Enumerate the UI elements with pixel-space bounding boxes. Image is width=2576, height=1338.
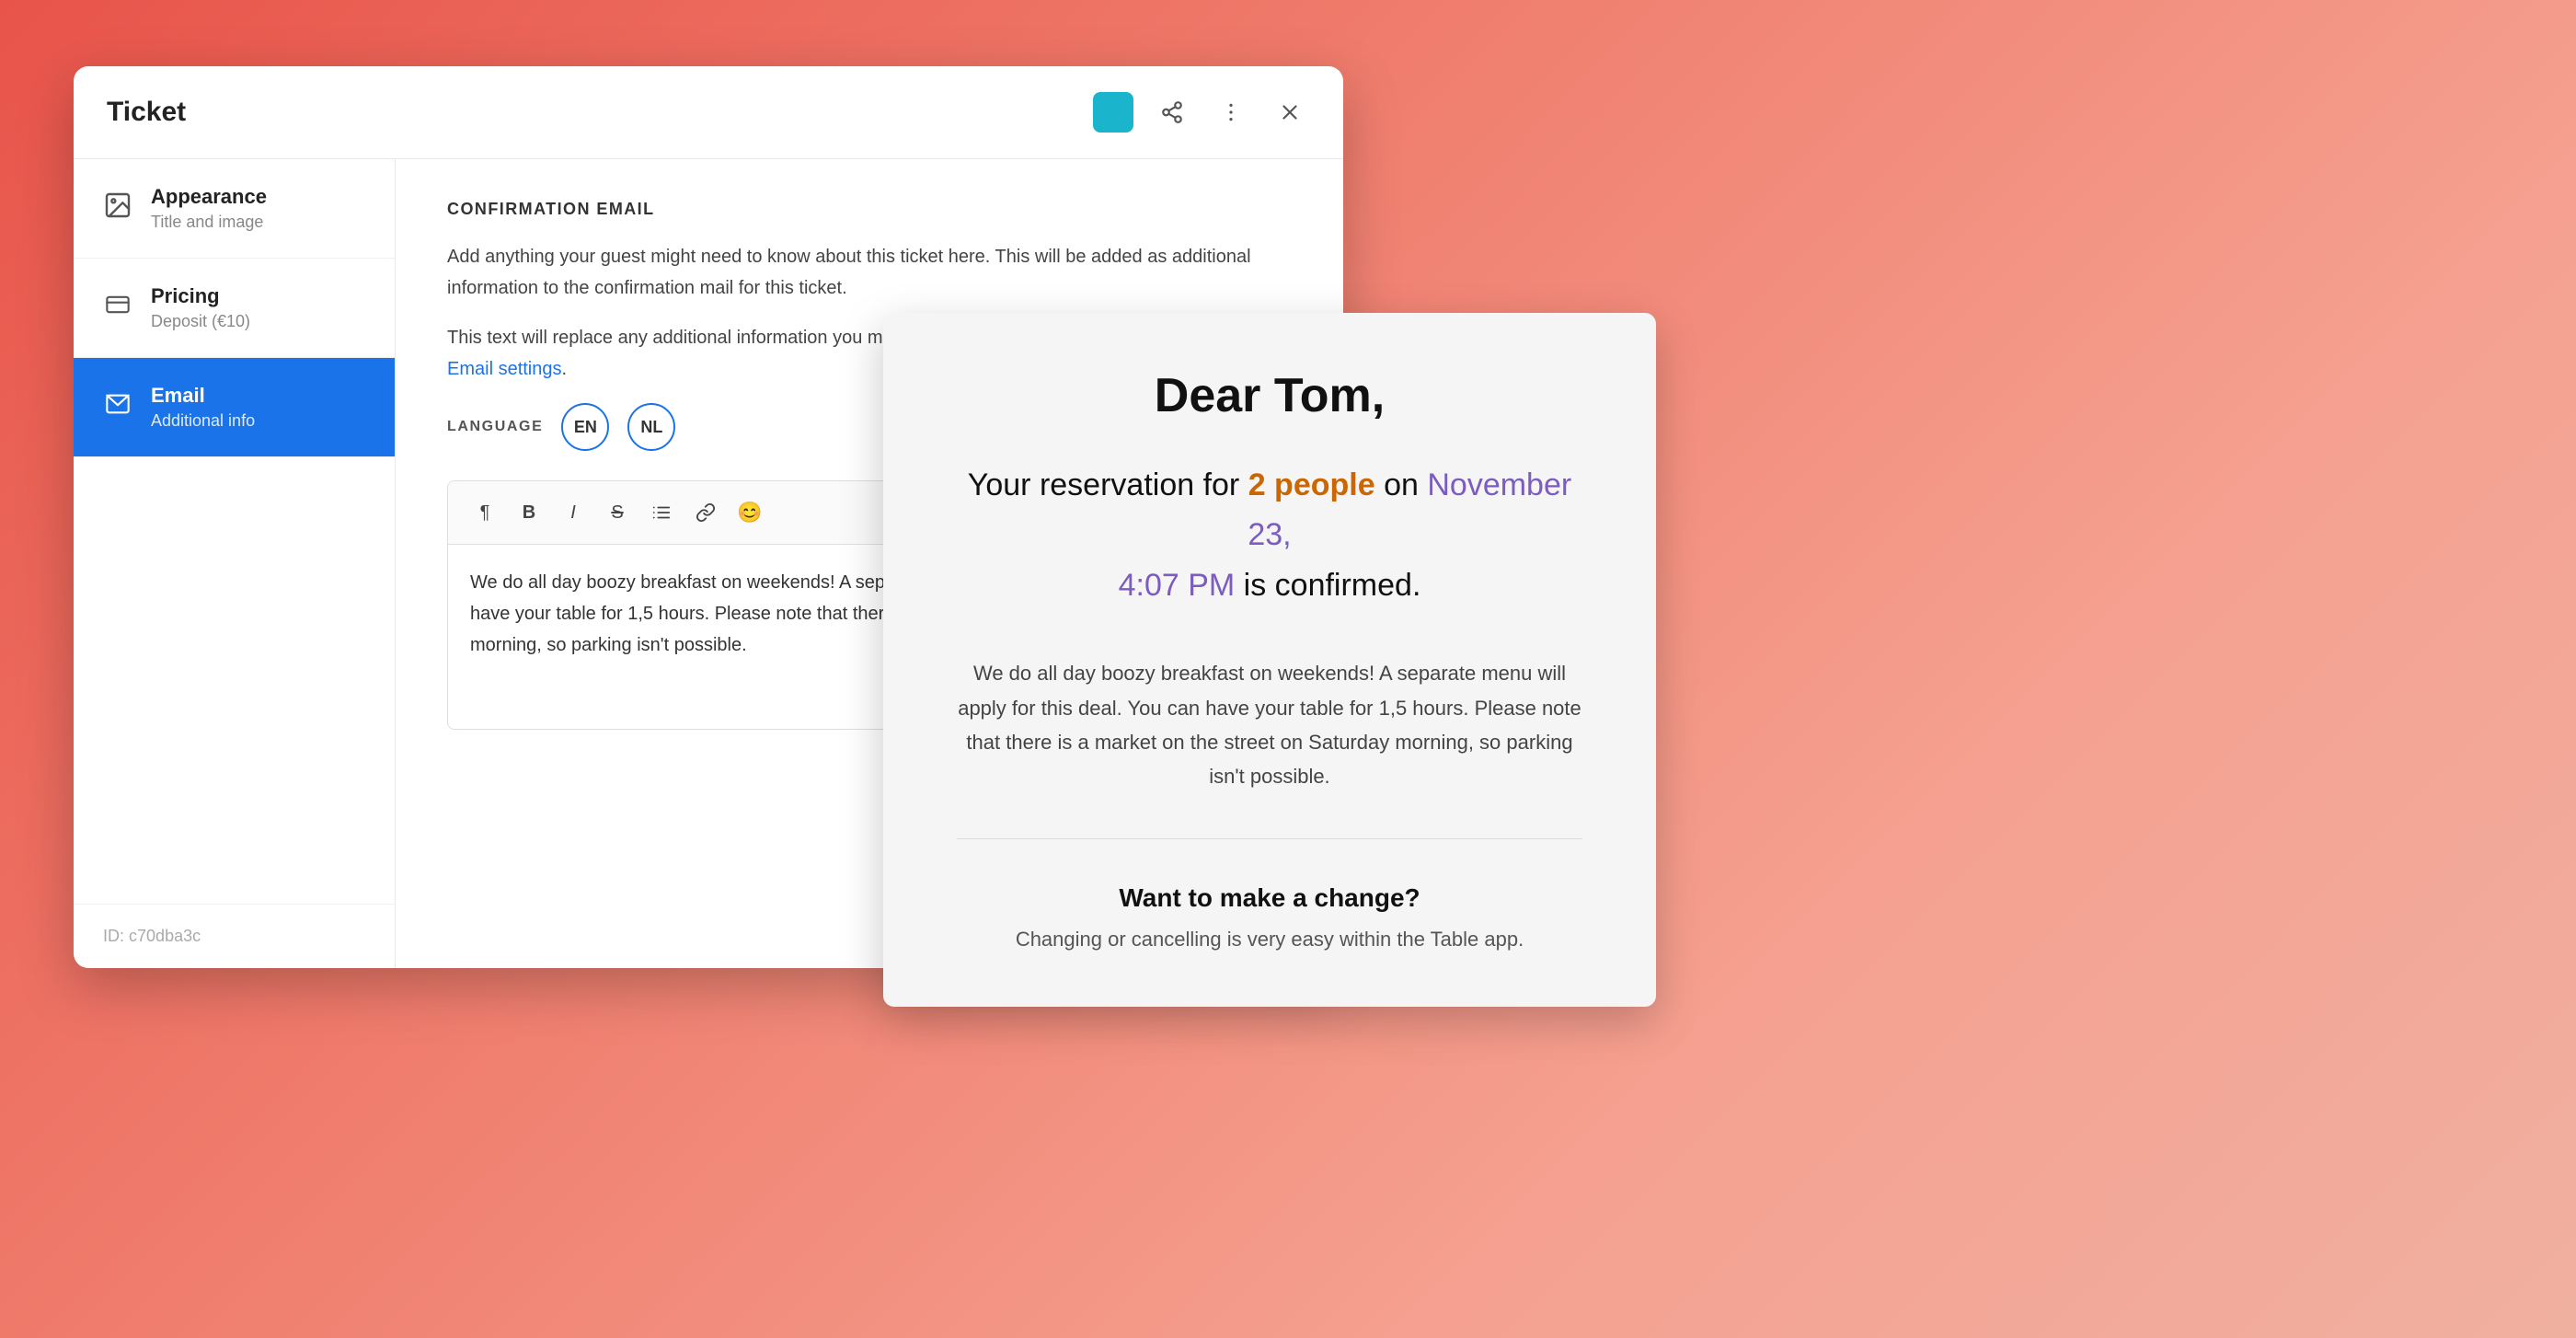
paragraph-icon: ¶	[480, 502, 490, 524]
modal-actions	[1093, 92, 1310, 133]
email-icon	[103, 391, 132, 423]
reservation-prefix: Your reservation for	[968, 467, 1248, 502]
id-label: ID:	[103, 927, 124, 945]
toolbar-list[interactable]	[643, 494, 680, 531]
sidebar-pricing-title: Pricing	[151, 284, 250, 308]
more-button[interactable]	[1211, 92, 1251, 133]
section-desc-1: Add anything your guest might need to kn…	[447, 241, 1292, 304]
sidebar-email-title: Email	[151, 384, 255, 408]
more-icon	[1219, 100, 1243, 124]
reservation-time: 4:07 PM	[1119, 568, 1236, 603]
toolbar-link[interactable]	[687, 494, 724, 531]
close-icon	[1278, 100, 1302, 124]
sidebar-appearance-subtitle: Title and image	[151, 213, 267, 232]
color-button[interactable]	[1093, 92, 1133, 133]
strikethrough-icon: S	[611, 502, 623, 524]
image-icon	[103, 190, 132, 226]
sidebar-pricing-subtitle: Deposit (€10)	[151, 312, 250, 331]
email-preview-panel: Dear Tom, Your reservation for 2 people …	[883, 313, 1656, 1007]
appearance-text: Appearance Title and image	[151, 185, 267, 232]
sidebar: Appearance Title and image Pricing Depos…	[74, 159, 396, 968]
toolbar-paragraph[interactable]: ¶	[466, 494, 503, 531]
share-button[interactable]	[1152, 92, 1192, 133]
modal-header: Ticket	[74, 66, 1343, 159]
sidebar-item-pricing[interactable]: Pricing Deposit (€10)	[74, 259, 395, 358]
toolbar-bold[interactable]: B	[511, 494, 547, 531]
id-value: c70dba3c	[129, 927, 201, 945]
emoji-icon: 😊	[737, 501, 762, 525]
sidebar-item-email[interactable]: Email Additional info	[74, 358, 395, 457]
email-body-text: We do all day boozy breakfast on weekend…	[957, 656, 1582, 794]
card-icon	[103, 292, 132, 324]
lang-en-button[interactable]: EN	[561, 403, 609, 451]
close-button[interactable]	[1270, 92, 1310, 133]
list-icon	[651, 502, 672, 523]
lang-nl-button[interactable]: NL	[627, 403, 675, 451]
people-count: 2 people	[1248, 467, 1375, 502]
sidebar-email-subtitle: Additional info	[151, 411, 255, 431]
email-cta-text: Changing or cancelling is very easy with…	[1016, 928, 1524, 952]
toolbar-emoji[interactable]: 😊	[731, 494, 768, 531]
time-suffix: is confirmed.	[1235, 568, 1420, 603]
email-greeting: Dear Tom,	[1155, 368, 1385, 423]
date-prefix: on	[1375, 467, 1428, 502]
section-title: CONFIRMATION EMAIL	[447, 200, 1292, 219]
email-divider	[957, 838, 1582, 839]
sidebar-appearance-title: Appearance	[151, 185, 267, 209]
link-icon	[696, 502, 716, 523]
toolbar-italic[interactable]: I	[555, 494, 592, 531]
desc2-suffix: .	[562, 359, 568, 379]
toolbar-strikethrough[interactable]: S	[599, 494, 636, 531]
language-label: LANGUAGE	[447, 419, 543, 435]
italic-icon: I	[570, 502, 576, 524]
email-text: Email Additional info	[151, 384, 255, 431]
sidebar-footer: ID: c70dba3c	[74, 904, 395, 968]
share-icon	[1160, 100, 1184, 124]
sidebar-item-appearance[interactable]: Appearance Title and image	[74, 159, 395, 259]
modal-title: Ticket	[107, 97, 186, 128]
email-reservation: Your reservation for 2 people on Novembe…	[957, 460, 1582, 610]
bold-icon: B	[523, 502, 535, 524]
email-cta-title: Want to make a change?	[1119, 883, 1420, 913]
pricing-text: Pricing Deposit (€10)	[151, 284, 250, 331]
